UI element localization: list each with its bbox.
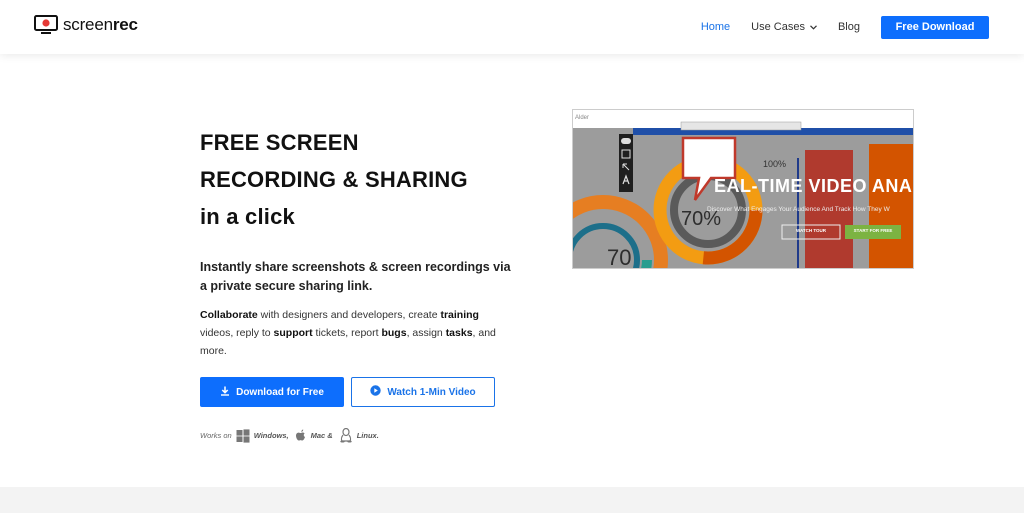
works-on-linux: Linux.: [356, 431, 379, 440]
watch-video-label: Watch 1-Min Video: [387, 386, 476, 398]
logo-text: screenrec: [63, 15, 138, 35]
hero-title-line-2: RECORDING & SHARING: [200, 167, 468, 192]
nav-home[interactable]: Home: [701, 21, 730, 33]
body-bold-tasks: tasks: [445, 327, 473, 339]
main-nav: Home Use Cases Blog Free Download: [701, 0, 989, 54]
hero-title-line-1: FREE SCREEN: [200, 130, 359, 155]
monitor-record-icon: [34, 15, 58, 35]
works-on-mac: Mac &: [310, 431, 333, 440]
works-on-label: Works on: [200, 431, 232, 440]
nav-use-cases[interactable]: Use Cases: [751, 21, 817, 33]
body-text-4: , assign: [406, 327, 446, 339]
body-text-2: videos, reply to: [200, 327, 274, 339]
hero-subtitle: Instantly share screenshots & screen rec…: [200, 260, 511, 293]
preview-headline: EAL-TIME VIDEO ANA: [714, 176, 913, 196]
windows-icon: [236, 428, 250, 443]
logo-text-bold: rec: [112, 15, 138, 34]
apple-icon: [295, 429, 307, 443]
logo-text-light: screen: [63, 15, 113, 34]
preview-pct-100: 100%: [763, 159, 787, 169]
download-for-free-label: Download for Free: [236, 386, 324, 398]
chevron-down-icon: [810, 24, 817, 30]
works-on-row: Works on Windows, Mac & Linux.: [200, 428, 385, 443]
nav-use-cases-label: Use Cases: [751, 21, 805, 33]
screenrec-logo[interactable]: screenrec: [34, 15, 138, 35]
watch-video-button[interactable]: Watch 1-Min Video: [351, 377, 495, 407]
body-bold-bugs: bugs: [381, 327, 407, 339]
preview-pct-70b: 70: [607, 245, 632, 269]
hero-body: Collaborate with designers and developer…: [200, 306, 510, 360]
body-bold-support: support: [273, 327, 313, 339]
linux-icon: [339, 428, 353, 443]
body-bold-collaborate: Collaborate: [200, 309, 258, 321]
preview-subline: Discover What Engages Your Audience And …: [707, 206, 890, 213]
free-download-button[interactable]: Free Download: [881, 15, 989, 39]
download-for-free-button[interactable]: Download for Free: [200, 377, 344, 407]
body-text-1: with designers and developers, create: [257, 309, 441, 321]
preview-top-left-text: Alder: [575, 115, 590, 121]
hero-title: FREE SCREEN RECORDING & SHARING in a cli…: [200, 124, 468, 235]
nav-blog-label: Blog: [837, 21, 860, 33]
hero-title-line-3: in a click: [200, 204, 295, 229]
footer-band: [0, 487, 1024, 513]
preview-watch-tour: WATCH TOUR: [795, 228, 827, 233]
download-icon: [220, 386, 230, 399]
nav-home-label: Home: [700, 21, 731, 33]
site-header: screenrec Home Use Cases Blog Free Downl…: [0, 0, 1024, 54]
body-text-3: tickets, report: [312, 327, 382, 339]
preview-pct-70: 70%: [681, 208, 722, 230]
play-circle-icon: [370, 385, 382, 399]
nav-blog[interactable]: Blog: [838, 21, 860, 33]
preview-start-free: START FOR FREE: [853, 228, 893, 233]
works-on-windows: Windows,: [253, 431, 289, 440]
product-preview-screenshot: Alder EAL-TIME VIDEO ANA Discover What E…: [572, 109, 914, 269]
body-bold-training: training: [440, 309, 479, 321]
